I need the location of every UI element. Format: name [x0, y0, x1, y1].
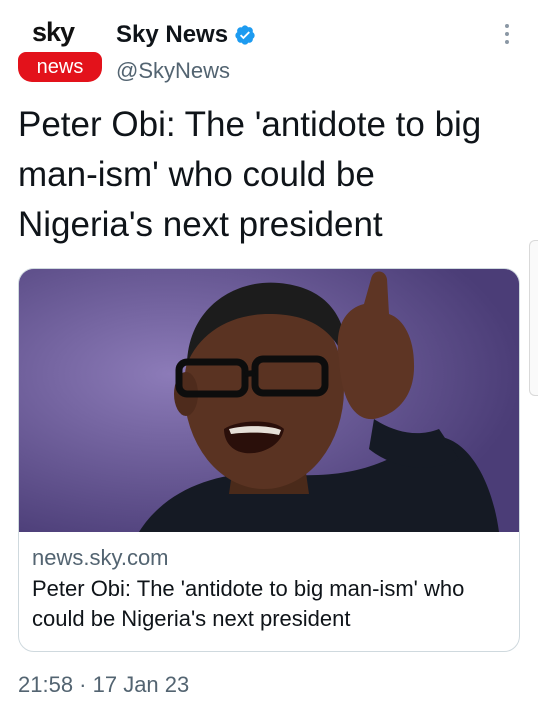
display-name[interactable]: Sky News — [116, 21, 228, 49]
more-options-icon[interactable] — [500, 24, 514, 52]
avatar-logo-news: news — [18, 52, 102, 82]
card-image[interactable] — [19, 269, 519, 532]
card-title: Peter Obi: The 'antidote to big man-ism'… — [32, 576, 465, 631]
verified-badge-icon — [235, 25, 255, 45]
tweet-text: Peter Obi: The 'antidote to big man-ism'… — [18, 105, 482, 244]
tweet-timestamp[interactable]: 21:58 · 17 Jan 23 — [18, 672, 189, 698]
avatar-logo-sky: sky — [32, 17, 75, 47]
author-handle[interactable]: @SkyNews — [116, 58, 230, 84]
portrait-illustration — [19, 269, 519, 532]
card-body[interactable]: news.sky.com Peter Obi: The 'antidote to… — [19, 532, 519, 651]
author-name-row[interactable]: Sky News — [116, 20, 256, 50]
scroll-handle[interactable] — [529, 240, 538, 396]
tweet-header: sky news Sky News @SkyNews — [0, 0, 538, 96]
card-domain: news.sky.com — [32, 545, 169, 570]
link-card[interactable]: news.sky.com Peter Obi: The 'antidote to… — [18, 268, 520, 652]
avatar[interactable]: sky news — [18, 16, 102, 88]
